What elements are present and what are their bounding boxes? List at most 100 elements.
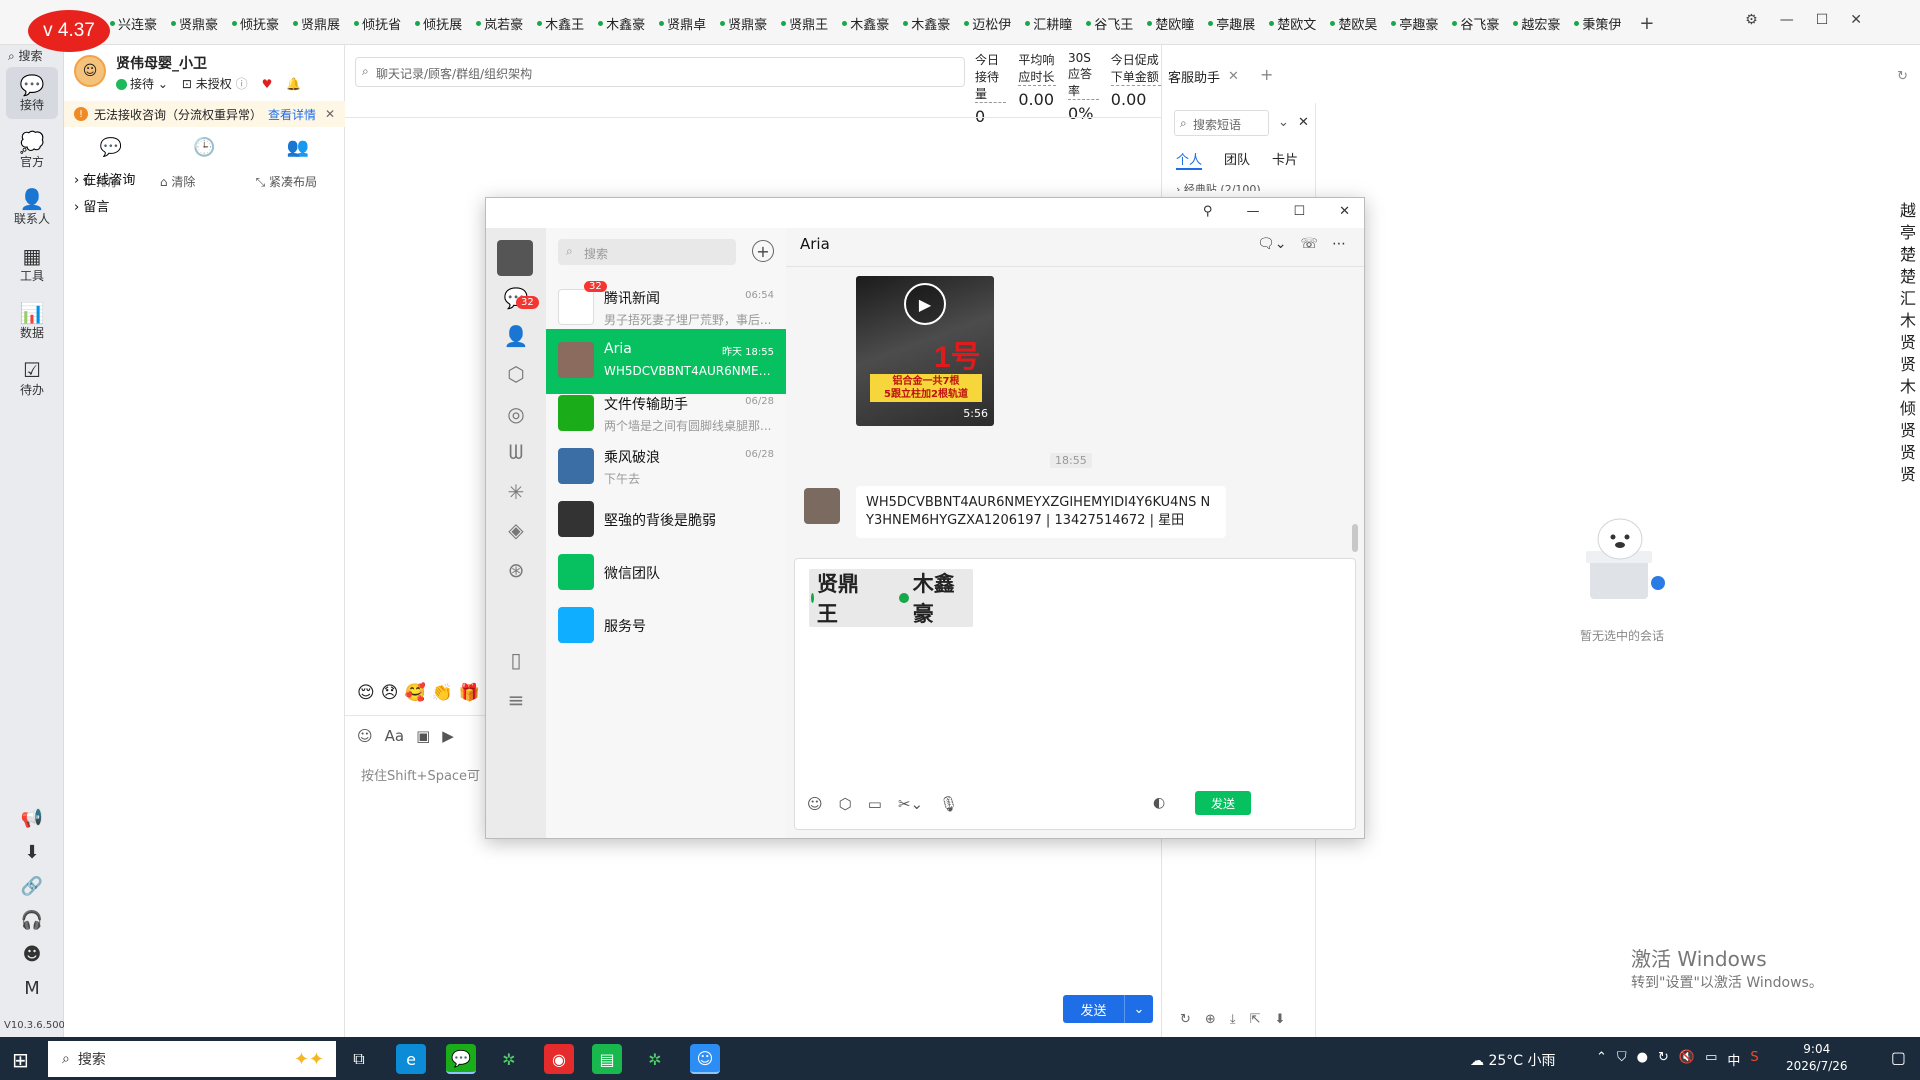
top-tab[interactable]: 倾抚豪 (232, 14, 279, 33)
folder-icon[interactable]: ▭ (868, 795, 882, 813)
clear-button[interactable]: ⌂ 清除 (160, 173, 215, 190)
favorites-icon[interactable]: ⬡ (839, 795, 852, 813)
image-icon[interactable]: ▣ (416, 727, 430, 745)
top-tab[interactable]: 岚若豪 (476, 14, 523, 33)
shield-icon[interactable]: ⛉ (1617, 1050, 1627, 1069)
emoji-icon[interactable]: ☺ (807, 795, 823, 813)
top-tab[interactable]: 倾抚省 (354, 14, 401, 33)
history-tab-icon[interactable]: 🕒 (193, 137, 215, 158)
pasted-image[interactable]: 贤鼎王 木鑫豪 (809, 569, 973, 627)
headset-icon[interactable]: 🎧 (0, 910, 64, 931)
menu-icon[interactable]: ≡ (486, 688, 546, 712)
volume-icon[interactable]: 🔇 (1679, 1050, 1695, 1069)
top-tab[interactable]: 木鑫豪 (598, 14, 645, 33)
app-chat-green-icon[interactable]: ▤ (592, 1044, 622, 1074)
rail-item-official[interactable]: 💭 官方 (6, 124, 58, 176)
top-tab[interactable]: 谷飞豪 (1452, 14, 1499, 33)
emoji-quick-row[interactable]: 😌😞🥰👏🎁 (357, 683, 486, 703)
ime-label[interactable]: 中 (1727, 1050, 1740, 1069)
tree-online-consult[interactable]: › 在线咨询 (74, 169, 135, 188)
rail-item-tools[interactable]: ▦ 工具 (6, 238, 58, 290)
miniprogram-icon[interactable]: ◈ (486, 518, 546, 542)
link-icon[interactable]: 🔗 (0, 876, 64, 897)
add-icon[interactable]: ⊕ (1205, 1012, 1216, 1027)
top-tab[interactable]: 楚欧文 (1269, 14, 1316, 33)
more-icon[interactable]: ⋯ (1332, 236, 1346, 252)
video-icon[interactable]: ▶ (442, 727, 454, 745)
top-tab[interactable]: 汇耕瞳 (1025, 14, 1072, 33)
settings-icon[interactable]: ⚙ (1745, 12, 1758, 28)
import-icon[interactable]: ⤓ (1230, 1012, 1236, 1027)
scrollbar[interactable] (1352, 524, 1358, 552)
top-tab[interactable]: 贤鼎豪 (171, 14, 218, 33)
wechat-tray-icon[interactable]: ● (1637, 1050, 1648, 1069)
task-view-icon[interactable]: ⧉ (344, 1044, 374, 1074)
phone-icon[interactable]: ▯ (486, 648, 546, 672)
avatar[interactable]: ☺ (74, 55, 106, 87)
top-tab[interactable]: 迈松伊 (964, 14, 1011, 33)
rail-item-todo[interactable]: ☑ 待办 (6, 352, 58, 404)
close-icon[interactable]: ✕ (1298, 115, 1309, 130)
clock[interactable]: 9:04 2026/7/26 (1786, 1041, 1848, 1075)
top-tab[interactable]: 贤鼎豪 (720, 14, 767, 33)
search-feature-icon[interactable]: ✳ (486, 480, 546, 504)
add-tab-icon[interactable]: + (1260, 65, 1273, 84)
applet-icon[interactable]: ⊛ (486, 558, 546, 582)
share-icon[interactable]: ⇱ (1250, 1012, 1261, 1027)
notification-icon[interactable]: ▢ (1891, 1048, 1906, 1067)
play-icon[interactable]: ▶ (904, 283, 946, 325)
top-tab[interactable]: 贤鼎王 (781, 14, 828, 33)
maximize-icon[interactable]: ☐ (1293, 204, 1305, 219)
tree-messages[interactable]: › 留言 (74, 196, 109, 215)
rail-item-reception[interactable]: 💬 接待 (6, 67, 58, 119)
bot-icon[interactable]: ☻ (0, 944, 64, 965)
conversation-item[interactable]: 服务号 (546, 594, 786, 659)
maximize-icon[interactable]: ☐ (1816, 12, 1829, 28)
top-tab[interactable]: 亭趣展 (1208, 14, 1255, 33)
refresh-icon[interactable]: ↻ (1180, 1012, 1191, 1027)
send-button[interactable]: 发送 ⌄ (1063, 995, 1153, 1023)
heart-icon[interactable]: ♥ (262, 77, 273, 91)
app-red-icon[interactable]: ◉ (544, 1044, 574, 1074)
close-icon[interactable]: ✕ (325, 107, 335, 121)
top-tab[interactable]: 楚欧瞳 (1147, 14, 1194, 33)
app-star2-icon[interactable]: ✲ (640, 1044, 670, 1074)
wechat-search-input[interactable]: ⌕ 搜索 (558, 239, 736, 265)
tab-team[interactable]: 团队 (1224, 149, 1250, 170)
top-tab[interactable]: 秉策伊 (1574, 14, 1621, 33)
wechat-taskbar-icon[interactable]: 💬 (446, 1044, 476, 1074)
rail-search-button[interactable]: ⌕ 搜索 (8, 47, 43, 64)
wechat-send-button[interactable]: 发送 (1195, 791, 1251, 815)
voice-call-icon[interactable]: ◐ (1153, 795, 1165, 811)
tab-assistant[interactable]: 客服助手 ✕ (1162, 65, 1242, 87)
tab-personal[interactable]: 个人 (1176, 149, 1203, 170)
bell-icon[interactable]: 🔔 (286, 77, 301, 91)
pin-icon[interactable]: ⚲ (1203, 204, 1213, 219)
top-tab[interactable]: 楚欧昊 (1330, 14, 1377, 33)
chat-options-icon[interactable]: 🗨⌄ (1257, 236, 1287, 252)
wechat-avatar[interactable] (497, 240, 533, 276)
minimize-icon[interactable]: — (1780, 12, 1794, 28)
taskbar-search[interactable]: ⌕ 搜索 ✦✦ (48, 1041, 336, 1077)
top-tab[interactable]: 贤鼎卓 (659, 14, 706, 33)
minimize-icon[interactable]: — (1246, 204, 1259, 219)
top-tab[interactable]: 木鑫豪 (903, 14, 950, 33)
compact-layout-button[interactable]: ⤡ 紧凑布局 (256, 173, 337, 190)
contacts-tab-icon[interactable]: 👥 (287, 137, 309, 158)
chevron-up-icon[interactable]: ⌃ (1596, 1050, 1607, 1069)
top-tab[interactable]: 兴连豪 (110, 14, 157, 33)
microphone-icon[interactable]: 🎙 (939, 795, 958, 813)
channels-icon[interactable]: ᗯ (486, 440, 546, 464)
m-icon[interactable]: M (0, 978, 64, 999)
top-tab[interactable]: 倾抚展 (415, 14, 462, 33)
top-tab[interactable]: 亭趣豪 (1391, 14, 1438, 33)
search-input[interactable]: ⌕ 聊天记录/顾客/群组/组织架构 (355, 57, 965, 87)
top-tab[interactable]: 贤鼎展 (293, 14, 340, 33)
network-icon[interactable]: ▭ (1705, 1050, 1717, 1069)
phrase-search-input[interactable]: ⌕ 搜索短语 (1174, 110, 1269, 136)
add-icon[interactable]: + (752, 240, 774, 262)
sync-icon[interactable]: ↻ (1658, 1050, 1669, 1069)
close-icon[interactable]: ✕ (1850, 12, 1862, 28)
scissors-icon[interactable]: ✂⌄ (898, 795, 923, 813)
collapse-icon[interactable]: ⌄ (1278, 115, 1289, 130)
